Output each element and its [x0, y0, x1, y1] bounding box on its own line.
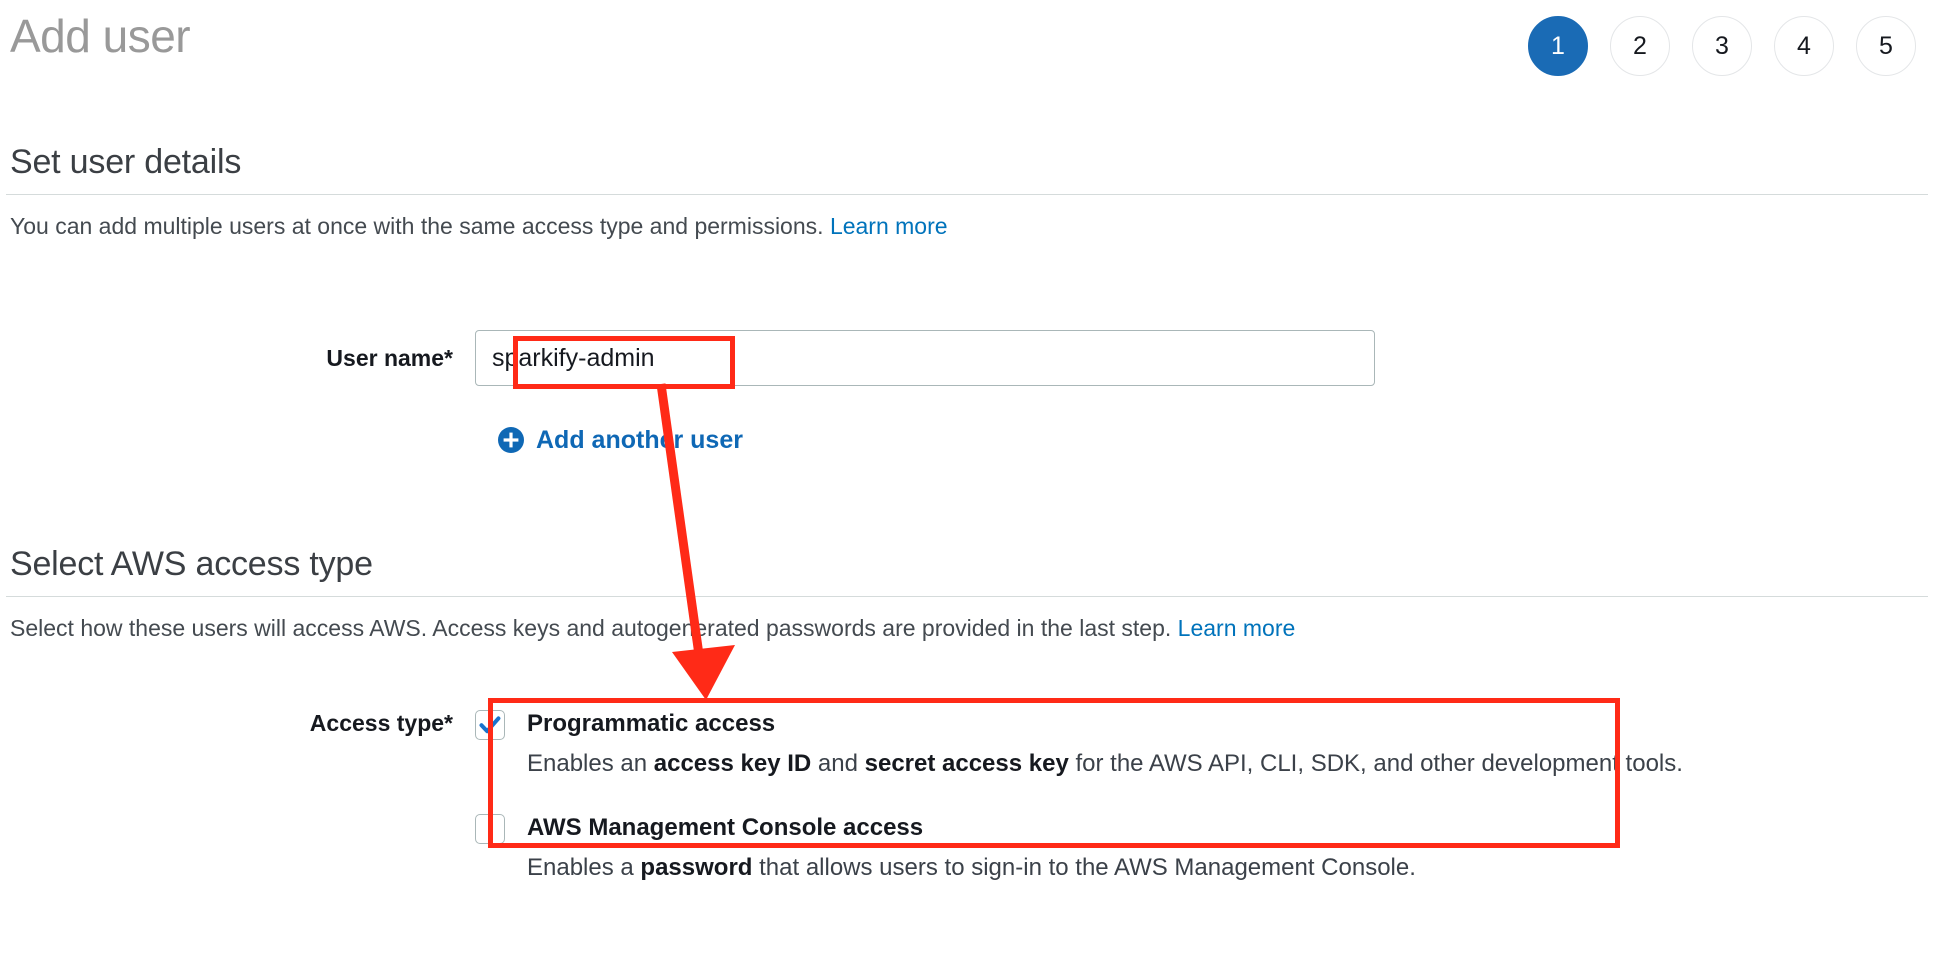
user-name-row: User name* [0, 330, 1375, 386]
wizard-step-indicator: 1 2 3 4 5 [1528, 0, 1938, 76]
desc-bold-access-key-id: access key ID [653, 750, 812, 777]
user-name-input[interactable] [475, 330, 1375, 386]
programmatic-access-text: Programmatic access Enables an access ke… [527, 703, 1683, 783]
access-type-options: Programmatic access Enables an access ke… [475, 700, 1683, 887]
wizard-step-1[interactable]: 1 [1528, 16, 1588, 76]
programmatic-access-description: Enables an access key ID and secret acce… [527, 745, 1683, 783]
page-header: Add user 1 2 3 4 5 [0, 0, 1938, 100]
desc-bold-secret-access-key: secret access key [864, 750, 1069, 777]
select-access-type-description: Select how these users will access AWS. … [10, 613, 1938, 643]
console-access-description: Enables a password that allows users to … [527, 849, 1416, 887]
access-type-label: Access type* [309, 710, 453, 736]
wizard-step-2[interactable]: 2 [1610, 16, 1670, 76]
desc-bold-password: password [640, 854, 753, 881]
console-access-title: AWS Management Console access [527, 814, 924, 841]
plus-circle-icon [498, 427, 524, 453]
section-divider [6, 194, 1928, 195]
access-type-row: Access type* Programmatic access Enables… [0, 700, 1938, 887]
description-text: Select how these users will access AWS. … [10, 615, 1172, 641]
set-user-details-description: You can add multiple users at once with … [10, 211, 1938, 241]
desc-seg: Enables a [527, 854, 641, 881]
wizard-step-5[interactable]: 5 [1856, 16, 1916, 76]
desc-seg: for the AWS API, CLI, SDK, and other dev… [1068, 750, 1683, 777]
wizard-step-4[interactable]: 4 [1774, 16, 1834, 76]
learn-more-link-user-details[interactable]: Learn more [830, 213, 948, 239]
section-divider [6, 596, 1928, 597]
page-title: Add user [10, 10, 191, 62]
set-user-details-section: Set user details You can add multiple us… [0, 138, 1938, 241]
select-access-type-heading: Select AWS access type [10, 545, 373, 583]
desc-seg: and [811, 750, 865, 777]
programmatic-access-title: Programmatic access [527, 710, 776, 737]
select-access-type-section: Select AWS access type Select how these … [0, 540, 1938, 643]
desc-seg: Enables an [527, 750, 654, 777]
programmatic-access-checkbox[interactable] [475, 710, 505, 740]
console-access-text: AWS Management Console access Enables a … [527, 807, 1416, 887]
access-option-console: AWS Management Console access Enables a … [475, 807, 1683, 887]
access-option-programmatic: Programmatic access Enables an access ke… [475, 703, 1683, 783]
learn-more-link-access-type[interactable]: Learn more [1178, 615, 1296, 641]
add-another-user-label: Add another user [536, 426, 743, 454]
user-name-label: User name* [326, 345, 453, 371]
description-text: You can add multiple users at once with … [10, 213, 824, 239]
desc-seg: that allows users to sign-in to the AWS … [752, 854, 1416, 881]
add-another-user-button[interactable]: Add another user [498, 425, 743, 455]
wizard-step-3[interactable]: 3 [1692, 16, 1752, 76]
set-user-details-heading: Set user details [10, 143, 242, 181]
console-access-checkbox[interactable] [475, 814, 505, 844]
